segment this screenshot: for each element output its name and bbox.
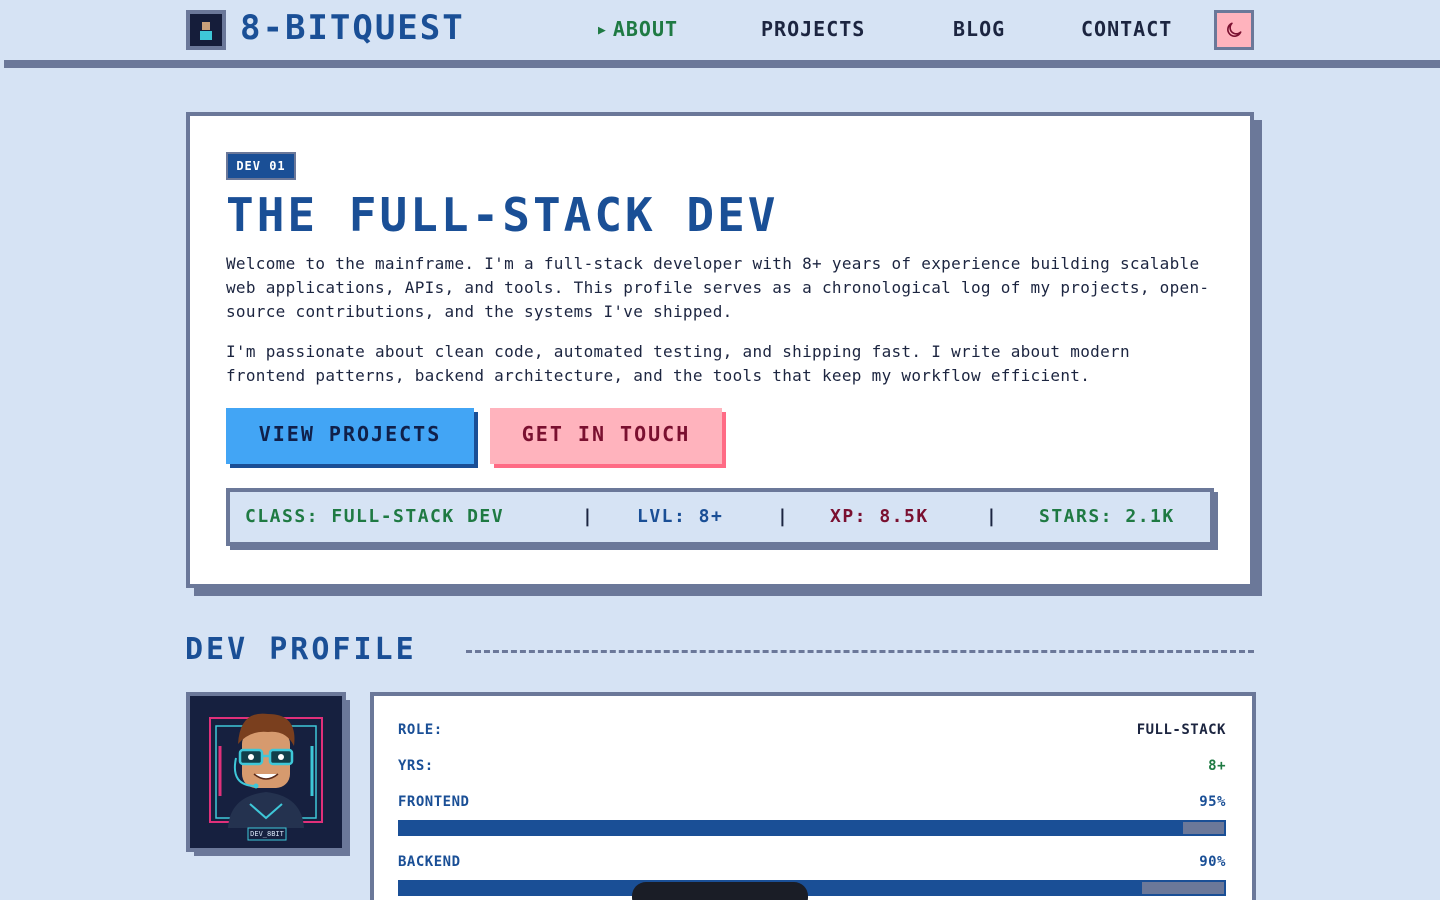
section-divider [466,650,1254,653]
hero-paragraph-intro: Welcome to the mainframe. I'm a full-sta… [226,254,1210,321]
stat-separator: | [582,506,593,527]
profile-stats-card [370,692,1256,900]
floating-toolbar[interactable] [632,882,808,900]
nav-item-contact[interactable]: CONTACT [1081,14,1172,44]
section-title-dev-profile: DEV PROFILE [185,632,417,667]
logo[interactable] [186,10,226,50]
stat-separator: | [777,506,788,527]
hero-title: THE FULL-STACK DEV [226,188,779,242]
profile-row-value-backend: 90% [1199,854,1226,870]
pixel-avatar-icon [190,14,222,46]
profile-row-label-role: ROLE: [398,722,443,738]
view-projects-button[interactable]: VIEW PROJECTS [226,408,474,464]
profile-row-value-frontend: 95% [1199,794,1226,810]
header-shadow [4,60,1440,68]
frontend-skill-bar [398,820,1226,836]
stat-stars: STARS: 2.1K [1039,506,1175,527]
stat-level: LVL: 8+ [637,506,724,527]
avatar: DEV_8BIT [186,692,346,852]
moon-icon [1227,22,1242,37]
hero-paragraph-passion: I'm passionate about clean code, automat… [226,342,1130,385]
developer-avatar-illustration [190,696,342,848]
backend-skill-bar [398,880,1226,896]
theme-toggle-button[interactable] [1214,10,1254,50]
stat-xp: XP: 8.5K [830,506,929,527]
stat-separator: | [986,506,997,527]
brand-title[interactable]: 8-BITQUEST [240,8,465,48]
play-arrow-icon: ▶ [598,23,607,38]
profile-row-value-role: FULL-STACK [1136,722,1226,738]
profile-row-label-years: YRS: [398,758,434,774]
profile-row-value-years: 8+ [1208,758,1226,774]
avatar-tag-label: DEV_8BIT [250,830,284,838]
dev-badge: DEV 01 [226,152,296,180]
frontend-skill-bar-fill [400,822,1183,834]
profile-row-label-backend: BACKEND [398,854,461,870]
nav-item-about[interactable]: ▶ ABOUT [598,14,678,44]
nav-item-projects[interactable]: PROJECTS [761,14,865,44]
site-header: 8-BITQUEST ▶ ABOUT PROJECTS BLOG CONTACT [0,0,1440,60]
stat-class: CLASS: FULL-STACK DEV [245,506,505,527]
nav-label: ABOUT [612,17,679,41]
get-in-touch-button[interactable]: GET IN TOUCH [490,408,722,464]
nav-item-blog[interactable]: BLOG [953,14,1005,44]
profile-row-label-frontend: FRONTEND [398,794,470,810]
